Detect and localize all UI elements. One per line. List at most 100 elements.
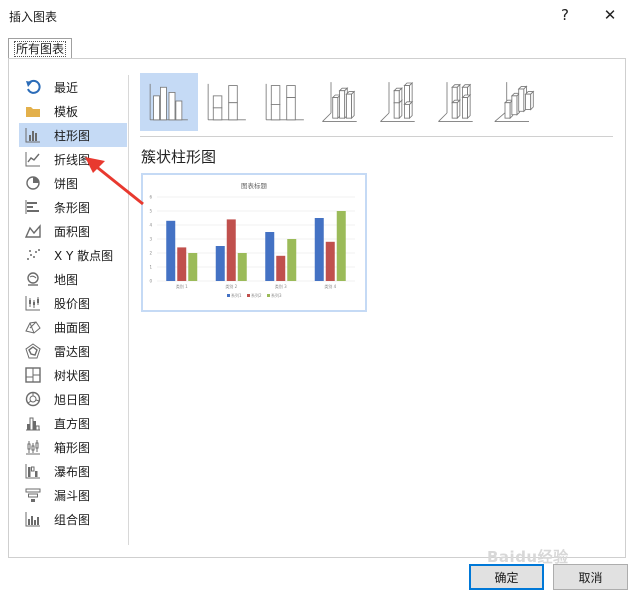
bar-3-4 [336,211,346,281]
sidebar-item-column-chart[interactable]: 柱形图 [19,123,127,147]
x-tick-label: 类别 2 [225,283,237,289]
chart-preview[interactable]: 图表标题 0 1 2 3 4 5 6 类别 1 类别 2 类别 3 类别 4 系列1 系列2 系列3 [141,173,367,312]
legend-swatch [227,294,230,297]
x-tick-label: 类别 3 [275,283,287,289]
y-tick-label: 5 [149,209,152,214]
boxwhisker-chart-icon [25,439,41,455]
sidebar-item-label: 饼图 [54,176,79,191]
tab-all-charts[interactable]: 所有图表 [8,38,72,59]
sidebar-item-label: 组合图 [54,512,91,527]
bar-chart-icon [25,199,41,215]
column-chart-icon [25,127,41,143]
sidebar-item-label: 地图 [54,272,79,287]
sidebar-item-label: 股价图 [54,296,91,311]
sidebar-item-label: 柱形图 [54,128,91,143]
chart-subtype-3d-100-stacked-column[interactable] [430,73,488,131]
close-icon: ✕ [603,6,617,24]
sidebar-item-label: 最近 [54,80,79,95]
sidebar-item-combo-chart[interactable]: 组合图 [19,507,127,531]
pie-chart-icon [25,175,41,191]
chart-subtype-clustered-column[interactable] [140,73,198,131]
cancel-button[interactable]: 取消 [553,564,628,590]
treemap-chart-icon [25,367,41,383]
100-stacked-column-icon [261,75,309,130]
sidebar-item-surface-chart[interactable]: 曲面图 [19,315,127,339]
sidebar-item-label: 模板 [54,104,79,119]
sidebar-item-label: 树状图 [54,368,91,383]
sidebar-item-waterfall-chart[interactable]: 瀑布图 [19,459,127,483]
ok-button[interactable]: 确定 [469,564,544,590]
bar-3-3 [287,239,297,281]
surface-chart-icon [25,319,41,335]
legend-label: 系列1 [231,292,242,298]
chart-subtype-3d-clustered-column[interactable] [314,73,372,131]
map-chart-icon [25,271,41,287]
chart-subtype-3d-stacked-column[interactable] [372,73,430,131]
histogram-chart-icon [25,415,41,431]
x-tick-label: 类别 4 [324,283,336,289]
x-tick-label: 类别 1 [176,283,188,289]
sidebar-item-radar-chart[interactable]: 雷达图 [19,339,127,363]
sidebar-item-label: 直方图 [54,416,91,431]
chart-subtype-stacked-column[interactable] [198,73,256,131]
sidebar-item-recent[interactable]: 最近 [19,75,127,99]
sidebar-item-scatter-chart[interactable]: X Y 散点图 [19,243,127,267]
folder-icon [25,103,41,119]
sidebar-item-stock-chart[interactable]: 股价图 [19,291,127,315]
legend-label: 系列2 [251,292,262,298]
funnel-chart-icon [25,487,41,503]
help-button[interactable]: ? [550,4,580,26]
area-chart-icon [25,223,41,239]
legend-swatch [247,294,250,297]
dialog-title: 插入图表 [9,10,58,24]
chart-title: 图表标题 [241,181,268,190]
title-bar: 插入图表 ? ✕ [0,0,634,30]
y-tick-label: 4 [149,223,152,228]
waterfall-chart-icon [25,463,41,479]
bar-1-2 [215,246,225,281]
y-tick-label: 1 [149,265,152,270]
bar-3-1 [188,253,198,281]
stock-chart-icon [25,295,41,311]
sidebar-item-funnel-chart[interactable]: 漏斗图 [19,483,127,507]
3d-column-icon [493,75,541,130]
stacked-column-icon [203,75,251,130]
3d-clustered-column-icon [319,75,367,130]
sidebar-item-sunburst-chart[interactable]: 旭日图 [19,387,127,411]
recent-icon [25,79,41,95]
3d-100-stacked-column-icon [435,75,483,130]
bar-1-4 [314,218,324,281]
sidebar-item-label: 漏斗图 [54,488,91,503]
close-button[interactable]: ✕ [595,4,625,26]
bar-2-1 [177,247,187,281]
y-tick-label: 2 [149,251,152,256]
bar-2-4 [325,241,335,281]
sidebar-item-label: 箱形图 [54,440,91,455]
bar-1-1 [166,220,176,281]
chart-subtype-100-stacked-column[interactable] [256,73,314,131]
tab-all-charts-label: 所有图表 [13,41,67,57]
3d-stacked-column-icon [377,75,425,130]
sidebar-item-histogram-chart[interactable]: 直方图 [19,411,127,435]
chart-subtype-title: 簇状柱形图 [141,148,217,166]
sidebar-item-treemap-chart[interactable]: 树状图 [19,363,127,387]
sunburst-chart-icon [25,391,41,407]
sidebar-item-area-chart[interactable]: 面积图 [19,219,127,243]
annotation-arrow [85,157,144,206]
sidebar-item-label: X Y 散点图 [54,248,114,263]
sidebar-item-folder[interactable]: 模板 [19,99,127,123]
bar-1-3 [265,232,275,281]
bar-2-3 [276,255,286,281]
sidebar-item-label: 旭日图 [54,392,91,407]
sidebar-item-map-chart[interactable]: 地图 [19,267,127,291]
legend-swatch [267,294,270,297]
gallery-divider [140,136,613,137]
sidebar-item-label: 瀑布图 [54,464,91,479]
sidebar-item-label: 雷达图 [54,344,91,359]
bar-2-2 [226,219,236,281]
chart-subtype-3d-column[interactable] [488,73,546,131]
chart-preview-svg: 图表标题 0 1 2 3 4 5 6 类别 1 类别 2 类别 3 类别 4 系列1 系列2 系列3 [149,181,355,298]
line-chart-icon [25,151,41,167]
y-tick-label: 3 [149,237,152,242]
sidebar-item-boxwhisker-chart[interactable]: 箱形图 [19,435,127,459]
